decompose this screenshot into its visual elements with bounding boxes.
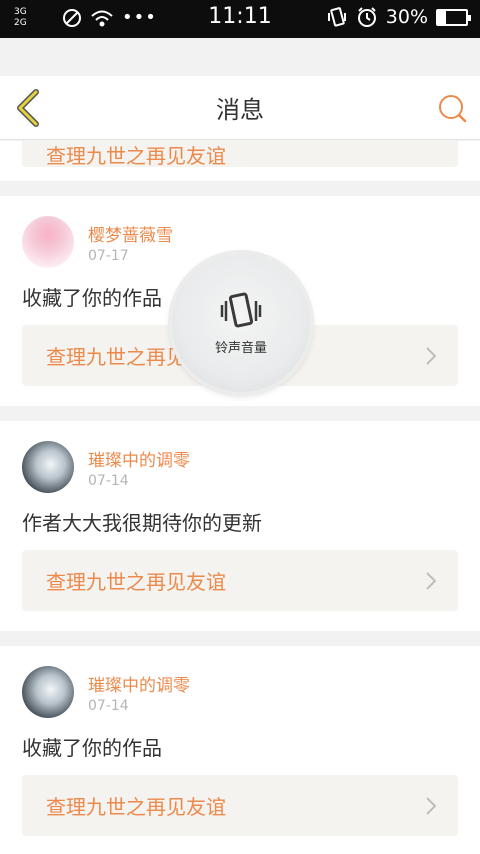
vibrate-mode-icon (220, 292, 262, 327)
user-meta: 樱梦蔷薇雪 07-17 (88, 221, 173, 264)
message-card: 璀璨中的调零 07-14 收藏了你的作品 查理九世之再见友谊 (0, 646, 480, 854)
message-list[interactable]: 查理九世之再见友谊 樱梦蔷薇雪 07-17 收藏了你的作品 查理九世之再见友谊 … (0, 141, 480, 854)
user-row: 璀璨中的调零 07-14 (22, 666, 458, 718)
username[interactable]: 樱梦蔷薇雪 (88, 221, 173, 246)
message-date: 07-14 (88, 697, 129, 714)
avatar[interactable] (22, 216, 74, 268)
avatar[interactable] (22, 441, 74, 493)
message-date: 07-14 (88, 472, 129, 489)
work-link-text: 查理九世之再见友谊 (46, 570, 226, 594)
chevron-right-icon (426, 346, 436, 365)
chevron-right-icon (426, 796, 436, 815)
work-link[interactable]: 查理九世之再见友谊 (22, 775, 458, 836)
work-link[interactable]: 查理九世之再见友谊 (22, 550, 458, 611)
message-text: 作者大大我很期待你的更新 (22, 511, 262, 535)
battery-percent: 30% (385, 6, 428, 28)
avatar[interactable] (22, 666, 74, 718)
status-bar: 3G 2G ••• 11:11 30% (0, 0, 480, 38)
search-icon[interactable] (436, 92, 468, 124)
message-card: 璀璨中的调零 07-14 作者大大我很期待你的更新 查理九世之再见友谊 (0, 421, 480, 631)
message-card-partial: 查理九世之再见友谊 (0, 141, 480, 181)
header-bar: 消息 (0, 76, 480, 140)
user-meta: 璀璨中的调零 07-14 (88, 446, 190, 489)
volume-toast-label: 铃声音量 (214, 340, 267, 356)
page-title: 消息 (216, 96, 264, 124)
work-link[interactable]: 查理九世之再见友谊 (22, 141, 458, 168)
battery-icon (436, 8, 471, 26)
message-date: 07-17 (88, 247, 129, 264)
alarm-clock-icon (357, 7, 376, 27)
chevron-right-icon (426, 571, 436, 590)
username[interactable]: 璀璨中的调零 (88, 671, 190, 696)
user-meta: 璀璨中的调零 07-14 (88, 671, 190, 714)
message-text: 收藏了你的作品 (22, 736, 162, 760)
volume-toast: 铃声音量 (172, 254, 310, 392)
status-right-icons: 30% (326, 6, 471, 28)
vibrate-icon (327, 7, 346, 27)
username[interactable]: 璀璨中的调零 (88, 446, 190, 471)
user-row: 璀璨中的调零 07-14 (22, 441, 458, 493)
work-link-text: 查理九世之再见友谊 (46, 143, 226, 168)
battery-level-fill (438, 10, 447, 24)
work-link-text: 查理九世之再见友谊 (46, 795, 226, 819)
